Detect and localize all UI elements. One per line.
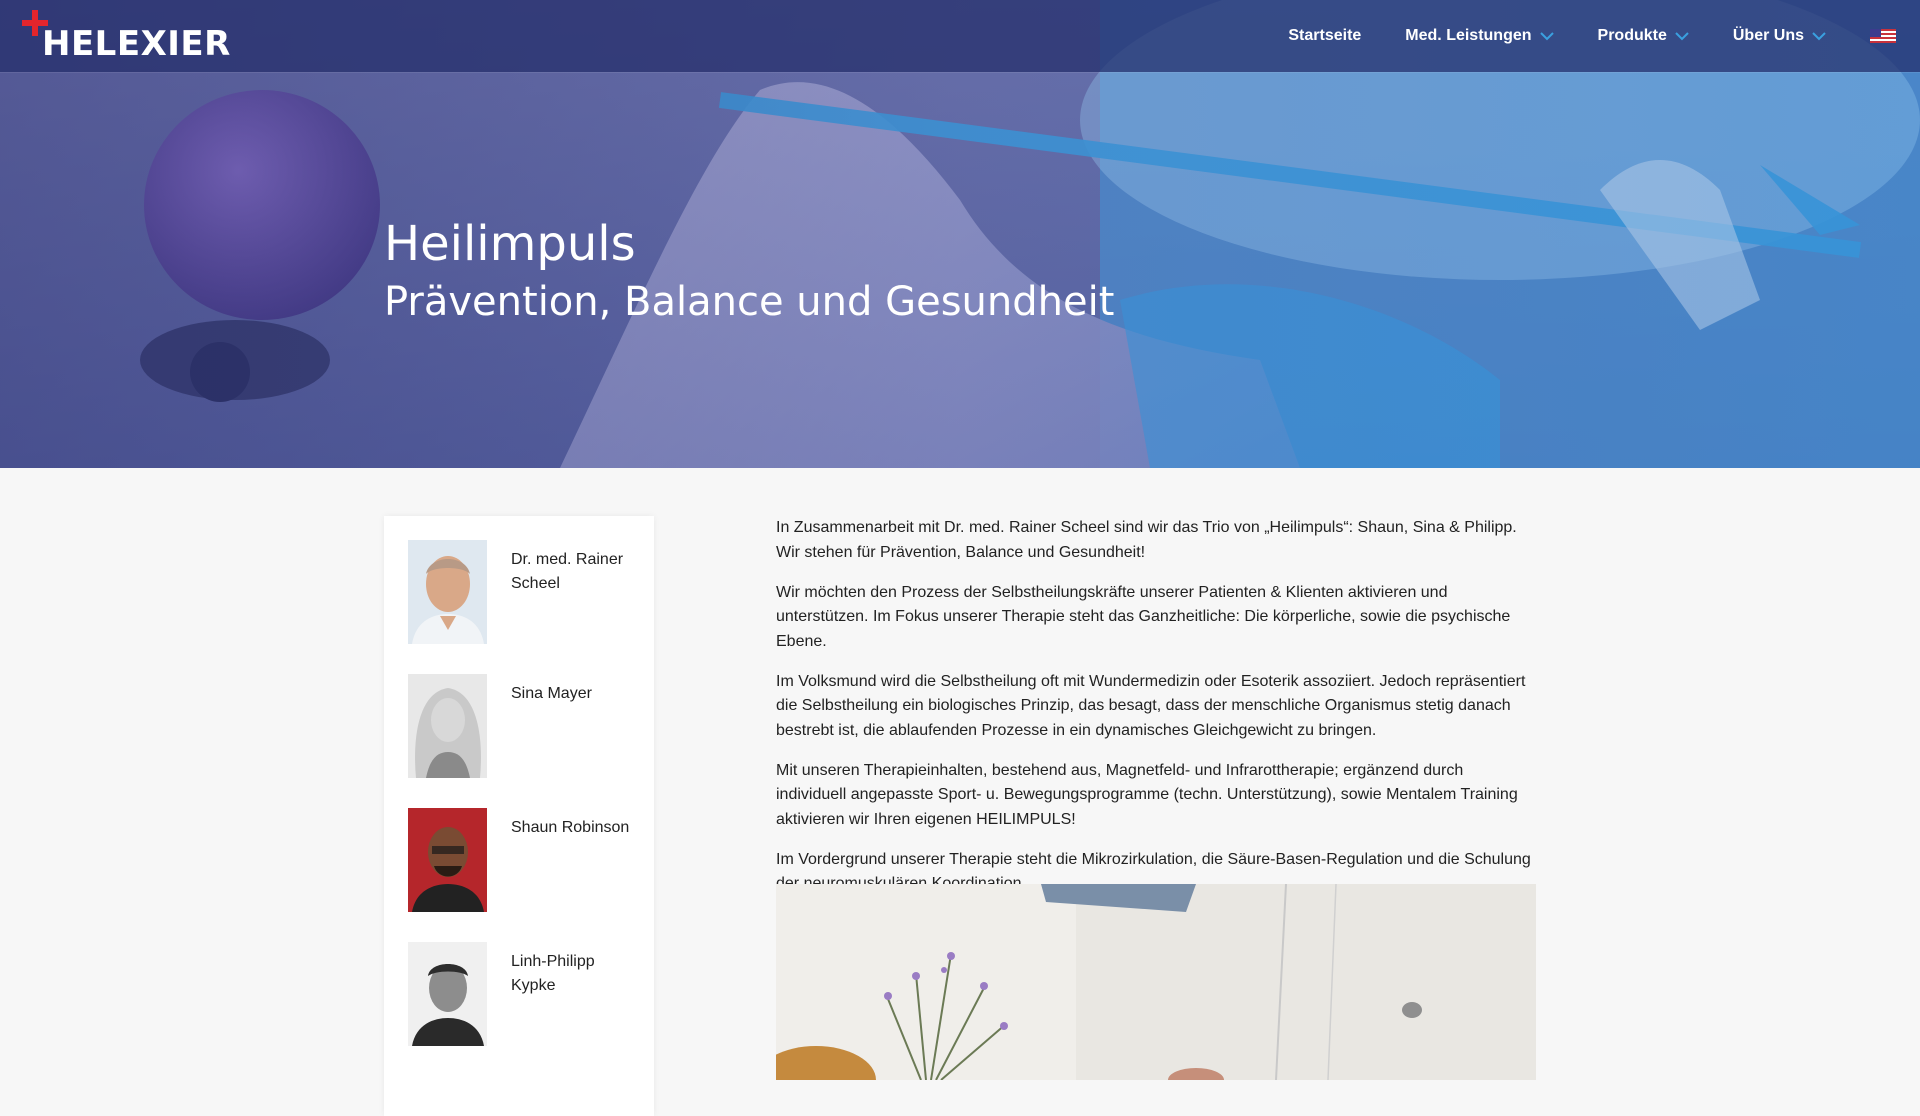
therapy-room-image — [776, 884, 1536, 1080]
therapy-room-photo — [776, 884, 1536, 1080]
content-paragraph: Mit unseren Therapieinhalten, bestehend … — [776, 761, 1518, 828]
avatar — [408, 674, 487, 778]
nav-produkte[interactable]: Produkte — [1598, 27, 1689, 45]
top-navbar: HELEXIER Startseite Med. Leistungen Prod… — [0, 0, 1920, 72]
content-paragraph: Im Volksmund wird die Selbstheilung oft … — [776, 672, 1526, 739]
hero-banner: HELEXIER Startseite Med. Leistungen Prod… — [0, 0, 1920, 468]
team-member[interactable]: Linh-Philipp Kypke — [408, 942, 595, 1046]
avatar — [408, 942, 487, 1046]
nav-ueber-uns[interactable]: Über Uns — [1733, 27, 1826, 45]
content-paragraph: Wir möchten den Prozess der Selbstheilun… — [776, 583, 1511, 650]
team-member-name: Shaun Robinson — [511, 819, 630, 836]
team-member[interactable]: Shaun Robinson — [408, 808, 629, 912]
page-title: Heilimpuls — [384, 216, 636, 272]
team-member-name: Dr. med. Rainer Scheel — [511, 551, 624, 592]
team-member[interactable]: Dr. med. Rainer Scheel — [408, 540, 623, 644]
chevron-down-icon — [1812, 31, 1826, 40]
team-member[interactable]: Sina Mayer — [408, 674, 592, 778]
nav-label: Startseite — [1288, 27, 1362, 44]
logo-wordmark: HELEXIER — [42, 24, 231, 64]
content-paragraph: In Zusammenarbeit mit Dr. med. Rainer Sc… — [776, 519, 1517, 561]
avatar — [408, 808, 487, 912]
page-subtitle: Prävention, Balance und Gesundheit — [384, 279, 1115, 325]
nav-med-leistungen[interactable]: Med. Leistungen — [1405, 27, 1554, 45]
chevron-down-icon — [1675, 31, 1689, 40]
main-menu: Startseite Med. Leistungen Produkte Über… — [1288, 0, 1920, 72]
avatar — [408, 540, 487, 644]
chevron-down-icon — [1539, 31, 1554, 40]
nav-label: Med. Leistungen — [1405, 27, 1532, 44]
nav-startseite[interactable]: Startseite — [1288, 27, 1361, 45]
team-sidebar: Dr. med. Rainer Scheel Sina Mayer Shaun … — [384, 516, 654, 1116]
team-member-name: Linh-Philipp Kypke — [511, 953, 595, 994]
nav-label: Produkte — [1597, 27, 1667, 44]
team-member-name: Sina Mayer — [511, 685, 592, 702]
nav-label: Über Uns — [1732, 27, 1804, 44]
hero-heading-group: Heilimpuls Prävention, Balance und Gesun… — [384, 212, 1114, 328]
helexier-logo[interactable]: HELEXIER — [22, 10, 230, 66]
us-flag-icon[interactable] — [1870, 29, 1896, 43]
main-content: In Zusammenarbeit mit Dr. med. Rainer Sc… — [776, 516, 1536, 912]
